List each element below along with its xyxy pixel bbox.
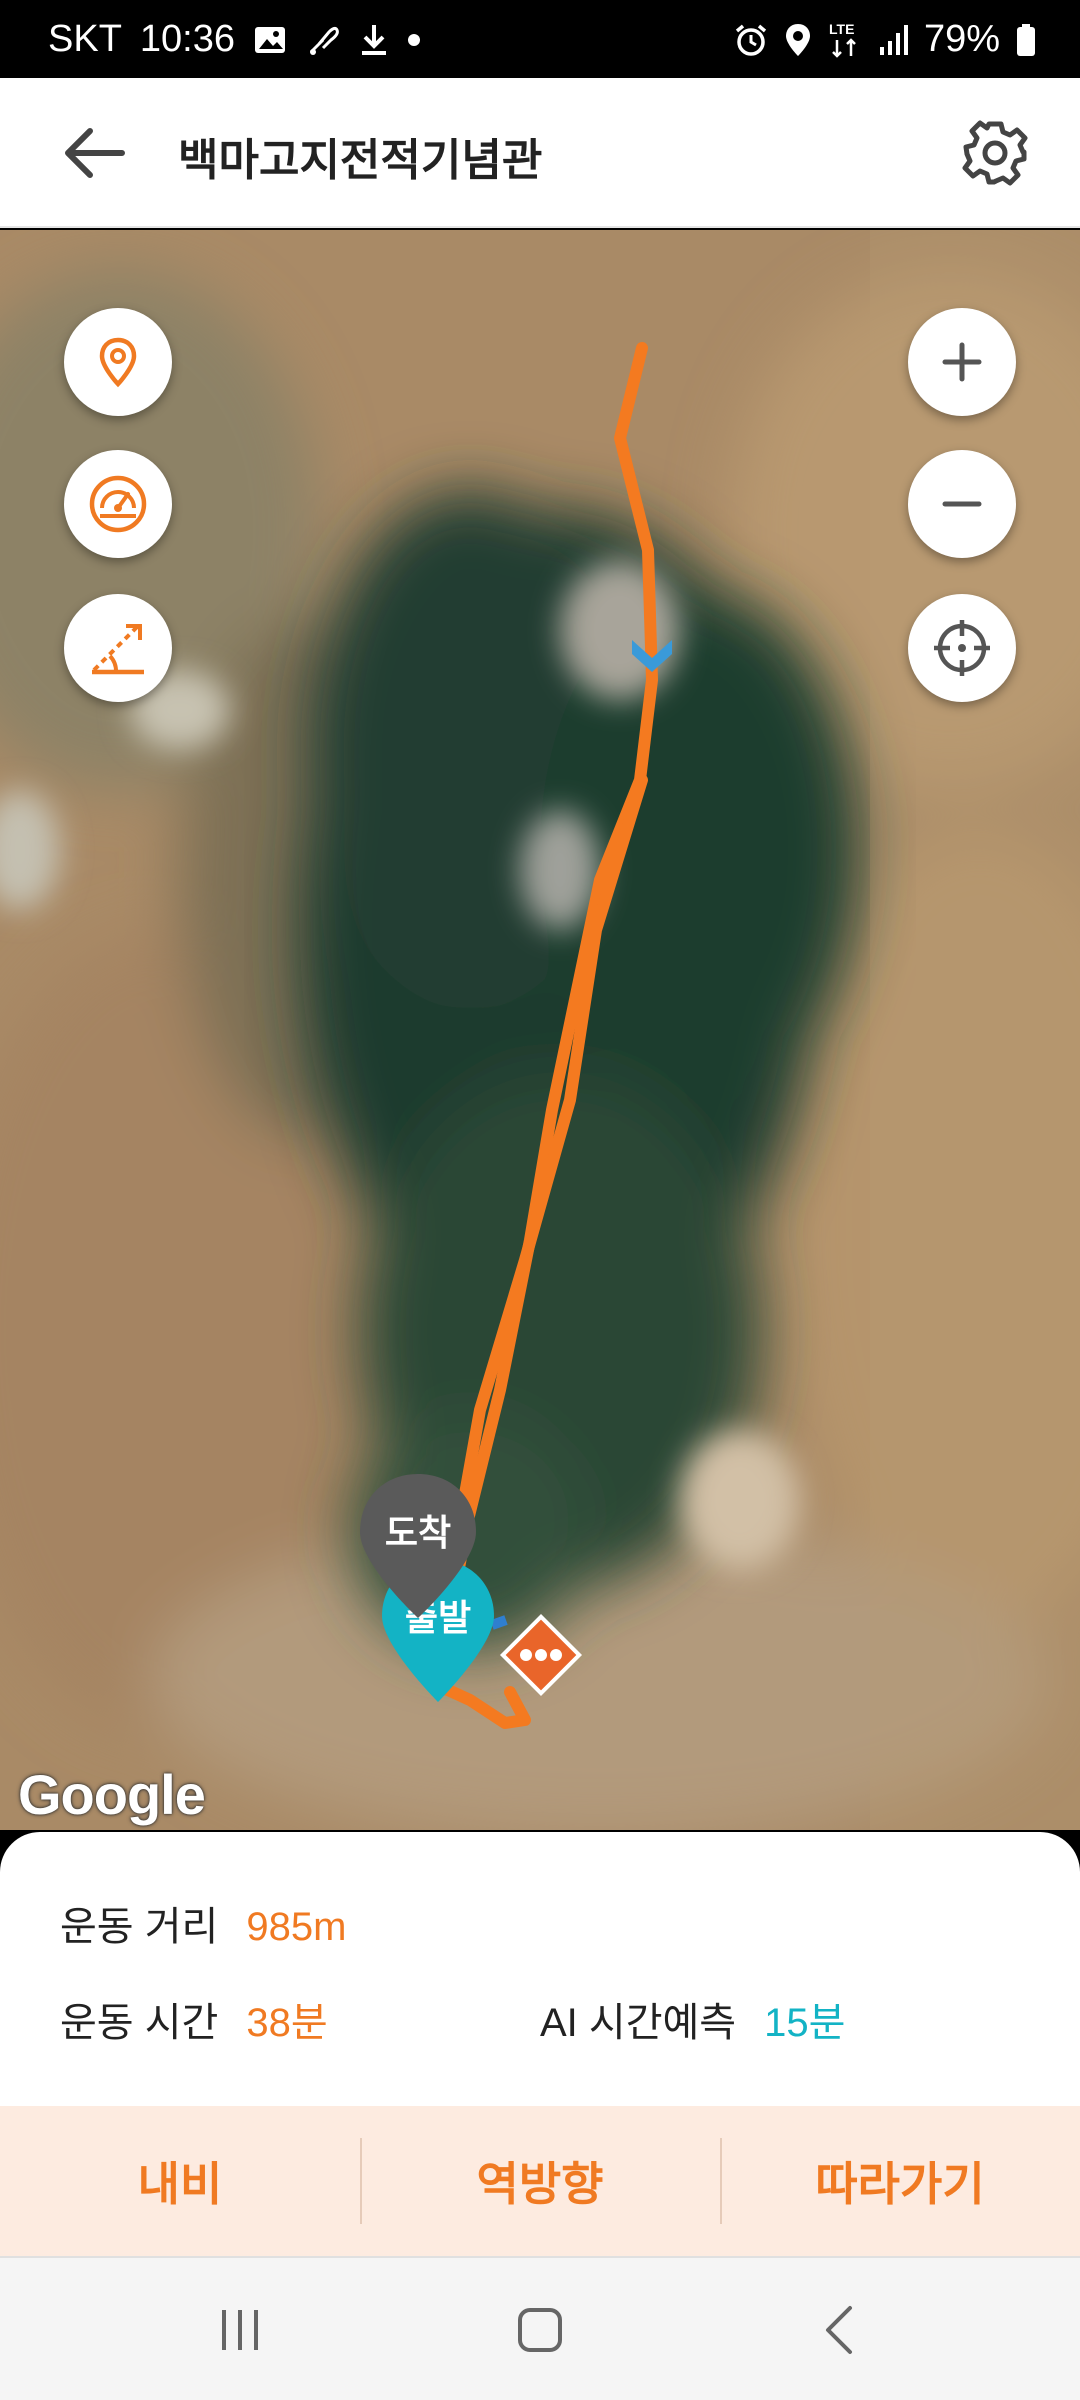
follow-route-button[interactable]: 따라가기 xyxy=(720,2106,1080,2256)
ai-estimate-value: 15분 xyxy=(764,2001,846,2045)
app-header: 백마고지전적기념관 xyxy=(0,78,1080,228)
google-attribution: Google xyxy=(18,1763,206,1826)
crosshair-icon xyxy=(934,620,990,676)
battery-icon xyxy=(1016,23,1036,57)
home-icon xyxy=(518,2308,562,2352)
zoom-in-button[interactable] xyxy=(908,308,1016,416)
back-button[interactable] xyxy=(60,123,140,183)
distance-label: 운동 거리 xyxy=(60,1905,219,1949)
status-bar: SKT 10:36 LTE 79% xyxy=(0,0,1080,78)
lte-icon: LTE xyxy=(828,20,862,60)
speed-button[interactable] xyxy=(64,450,172,558)
svg-text:LTE: LTE xyxy=(829,21,854,37)
map-view[interactable]: 출발 도착 Google xyxy=(0,230,1080,1830)
system-back-button[interactable] xyxy=(800,2294,880,2366)
slope-icon xyxy=(92,624,144,675)
system-nav-bar xyxy=(0,2256,1080,2400)
speedometer-icon xyxy=(89,475,147,533)
more-diamond-icon xyxy=(499,1613,583,1697)
workout-info-panel: 운동 거리 985m 운동 시간 38분 AI 시간예측 15분 xyxy=(0,1832,1080,2106)
clock: 10:36 xyxy=(139,18,235,60)
route-path xyxy=(431,342,672,1729)
navigation-button[interactable]: 내비 xyxy=(0,2106,360,2256)
gallery-icon xyxy=(253,23,287,57)
reverse-direction-button[interactable]: 역방향 xyxy=(360,2106,720,2256)
distance-value: 985m xyxy=(246,1905,347,1949)
arrival-marker[interactable]: 도착 xyxy=(356,1470,480,1622)
poi-marker[interactable] xyxy=(496,1610,586,1700)
arrival-label: 도착 xyxy=(384,1512,452,1553)
alarm-icon xyxy=(734,23,768,57)
time-label: 운동 시간 xyxy=(60,2001,219,2045)
zoom-out-button[interactable] xyxy=(908,450,1016,558)
arrow-left-icon xyxy=(65,128,125,178)
chevron-left-icon xyxy=(826,2306,852,2354)
slope-button[interactable] xyxy=(64,594,172,702)
download-icon xyxy=(359,23,389,57)
zoom-in-icon xyxy=(942,342,982,382)
settings-button[interactable] xyxy=(960,118,1030,188)
gear-icon xyxy=(962,120,1028,186)
time-value: 38분 xyxy=(246,2001,328,2045)
recent-apps-icon xyxy=(222,2310,258,2350)
location-icon xyxy=(784,22,812,58)
my-location-button[interactable] xyxy=(908,594,1016,702)
page-title: 백마고지전적기념관 xyxy=(178,136,543,185)
recent-apps-button[interactable] xyxy=(200,2294,280,2366)
fitness-icon xyxy=(305,22,341,58)
carrier-label: SKT xyxy=(48,18,122,60)
pin-icon xyxy=(99,337,137,388)
dot-icon xyxy=(407,33,421,47)
ai-estimate-label: AI 시간예측 xyxy=(540,2001,737,2045)
location-pin-button[interactable] xyxy=(64,308,172,416)
home-button[interactable] xyxy=(500,2294,580,2366)
battery-percent: 79% xyxy=(923,18,1000,60)
action-bar: 내비 역방향 따라가기 xyxy=(0,2106,1080,2256)
zoom-out-icon xyxy=(942,501,982,507)
signal-icon xyxy=(878,23,908,57)
